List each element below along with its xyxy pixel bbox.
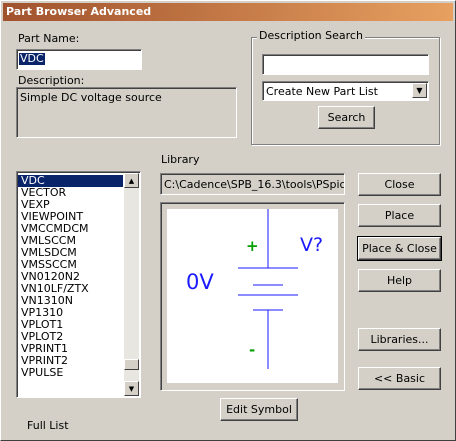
window-title-bar[interactable]: Part Browser Advanced	[3, 3, 453, 21]
window-title: Part Browser Advanced	[6, 5, 152, 18]
scroll-thumb[interactable]	[124, 359, 139, 370]
part-name-value: VDC	[19, 52, 45, 65]
place-and-close-button[interactable]: Place & Close	[357, 236, 442, 261]
description-search-title: Description Search	[257, 29, 365, 42]
part-name-field[interactable]: VDC	[16, 49, 142, 70]
parts-list-scrollbar[interactable]: ▲ ▼	[124, 173, 139, 396]
part-list-dropdown[interactable]: Create New Part List ▼	[262, 81, 429, 101]
chevron-down-icon[interactable]: ▼	[412, 83, 427, 98]
full-list-label: Full List	[27, 419, 69, 432]
symbol-minus-sign: -	[249, 341, 255, 359]
description-search-input[interactable]	[262, 54, 429, 75]
scroll-up-arrow-icon[interactable]: ▲	[124, 173, 139, 188]
search-button[interactable]: Search	[318, 106, 375, 129]
parts-list-items: VDC VECTOR VEXP VIEWPOINT VMCCMDCM VMLSCCM VML…	[18, 175, 123, 379]
close-button[interactable]: Close	[358, 173, 441, 196]
symbol-value: 0V	[186, 270, 214, 294]
part-name-label: Part Name:	[18, 32, 80, 45]
symbol-plus-sign: +	[246, 237, 259, 255]
libraries-button[interactable]: Libraries...	[358, 328, 441, 351]
symbol-reference: V?	[300, 234, 323, 256]
part-list-dropdown-value: Create New Part List	[266, 85, 378, 98]
help-button[interactable]: Help	[358, 269, 441, 292]
part-browser-window: Part Browser Advanced Part Name: VDC Des…	[0, 0, 456, 441]
list-item[interactable]: VPULSE	[18, 367, 123, 379]
symbol-preview-frame: + V? 0V -	[160, 202, 345, 391]
description-label: Description:	[18, 74, 85, 87]
library-label: Library	[161, 153, 200, 166]
parts-listbox[interactable]: VDC VECTOR VEXP VIEWPOINT VMCCMDCM VMLSCCM VML…	[16, 171, 141, 398]
description-value: Simple DC voltage source	[20, 91, 162, 104]
library-path-value: C:\Cadence\SPB_16.3\tools\PSpice	[164, 178, 345, 191]
vdc-symbol-drawing: + V? 0V -	[186, 209, 323, 369]
edit-symbol-button[interactable]: Edit Symbol	[220, 398, 298, 421]
scroll-down-arrow-icon[interactable]: ▼	[124, 381, 139, 396]
basic-mode-button[interactable]: << Basic	[358, 367, 441, 390]
library-path-field: C:\Cadence\SPB_16.3\tools\PSpice	[160, 173, 345, 195]
symbol-preview-canvas: + V? 0V -	[167, 209, 338, 383]
place-button[interactable]: Place	[358, 204, 441, 227]
description-field: Simple DC voltage source	[16, 87, 237, 138]
